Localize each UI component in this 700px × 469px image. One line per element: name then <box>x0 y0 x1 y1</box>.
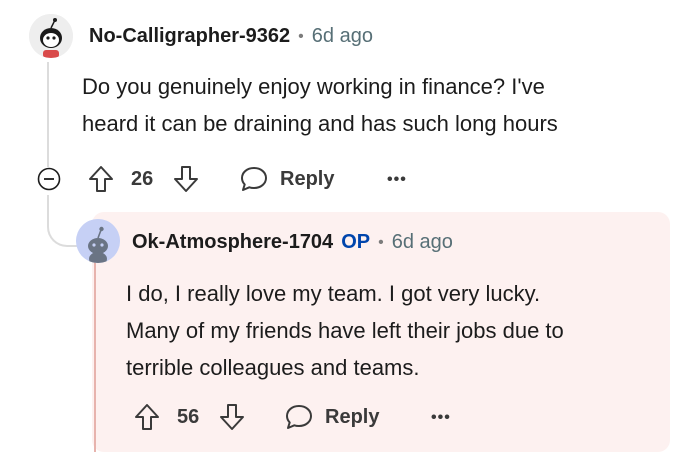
reply-score: 56 <box>177 406 199 429</box>
upvote-button[interactable] <box>88 165 114 193</box>
reply-label: Reply <box>325 405 380 428</box>
reply-body-line: I do, I really love my team. I got very … <box>126 281 541 306</box>
meta-separator: • <box>378 233 384 251</box>
speech-bubble-icon <box>241 167 267 191</box>
more-options-icon: ••• <box>387 171 407 188</box>
user-avatar[interactable] <box>29 14 73 58</box>
thread-line-curve <box>47 205 79 247</box>
reply-user-avatar[interactable] <box>76 219 120 263</box>
comment-timestamp[interactable]: 6d ago <box>312 25 373 48</box>
comment-score: 26 <box>131 168 153 191</box>
comment-header: No-Calligrapher-9362 • 6d ago <box>89 25 373 48</box>
reply-body-line: Many of my friends have left their jobs … <box>126 318 564 343</box>
reply-username[interactable]: Ok-Atmosphere-1704 <box>132 231 333 254</box>
upvote-icon <box>89 166 113 192</box>
score-value: 56 <box>177 406 200 428</box>
reply-button[interactable]: Reply <box>240 166 334 192</box>
reply-body: I do, I really love my team. I got very … <box>126 275 656 386</box>
reply-upvote-button[interactable] <box>134 403 160 431</box>
downvote-button[interactable] <box>173 165 199 193</box>
speech-bubble-icon <box>286 405 312 429</box>
snoo-avatar-icon <box>29 14 73 58</box>
upvote-icon <box>135 404 159 430</box>
comment-body: Do you genuinely enjoy working in financ… <box>82 68 672 142</box>
thread-line-main <box>47 62 49 167</box>
comment-username[interactable]: No-Calligrapher-9362 <box>89 25 290 48</box>
more-options-button[interactable]: ••• <box>387 171 407 189</box>
more-options-icon: ••• <box>431 409 451 426</box>
meta-separator: • <box>298 27 304 45</box>
op-reply-left-rule <box>94 262 96 452</box>
reply-label: Reply <box>280 167 335 190</box>
default-snoo-avatar-icon <box>76 219 120 263</box>
reply-downvote-button[interactable] <box>219 403 245 431</box>
reply-reply-button[interactable]: Reply <box>285 404 379 430</box>
downvote-icon <box>220 404 244 430</box>
op-badge: OP <box>341 231 371 253</box>
reply-header: Ok-Atmosphere-1704 OP • 6d ago <box>132 231 453 254</box>
minus-circle-icon <box>37 167 61 191</box>
comment-body-line: heard it can be draining and has such lo… <box>82 111 558 136</box>
downvote-icon <box>174 166 198 192</box>
reply-timestamp[interactable]: 6d ago <box>392 231 453 254</box>
collapse-button[interactable] <box>37 167 61 191</box>
score-value: 26 <box>131 168 154 190</box>
reply-more-options-button[interactable]: ••• <box>431 409 451 427</box>
reply-body-line: terrible colleagues and teams. <box>126 355 420 380</box>
comment-body-line: Do you genuinely enjoy working in financ… <box>82 74 545 99</box>
